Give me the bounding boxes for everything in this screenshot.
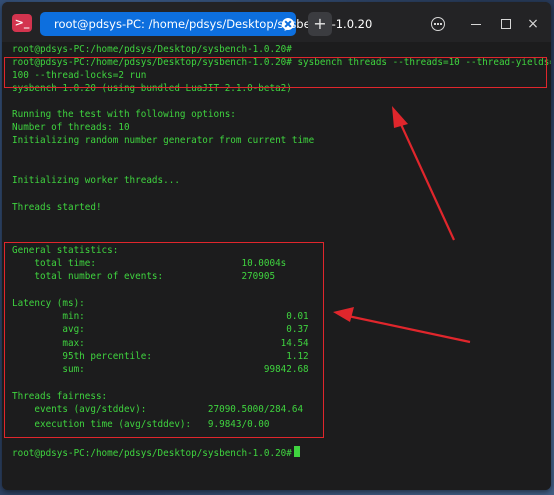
arrow-to-command-head — [392, 106, 408, 128]
terminal-window: >_ root@pdsys-PC: /home/pdsys/Desktop/sy… — [2, 2, 551, 490]
arrow-to-results — [347, 314, 471, 344]
annotation-arrows — [333, 106, 471, 344]
arrow-to-results-head — [333, 307, 354, 322]
arrow-to-command — [398, 119, 455, 241]
